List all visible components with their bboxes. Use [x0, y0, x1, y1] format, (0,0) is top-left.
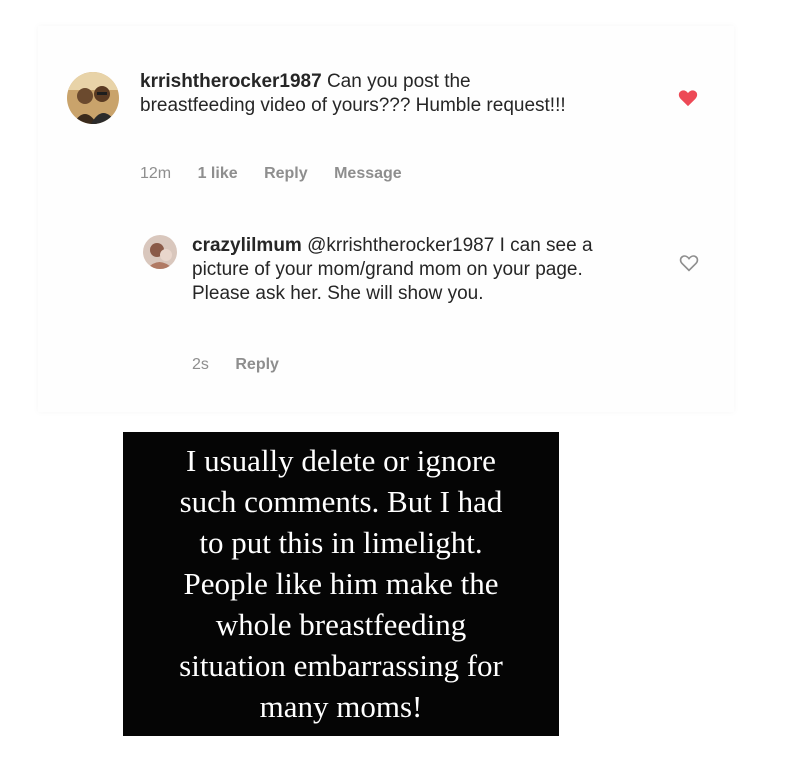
comment-meta: 12m 1 like Reply Message: [140, 165, 424, 183]
comment-username[interactable]: crazylilmum: [192, 235, 302, 256]
comment-likes[interactable]: 1 like: [198, 165, 238, 182]
comment-username[interactable]: krrishtherocker1987: [140, 71, 322, 92]
comment-text: krrishtherocker1987 Can you post the bre…: [140, 70, 580, 118]
comment-meta: 2s Reply: [192, 356, 301, 374]
heart-outline-icon[interactable]: [679, 254, 699, 277]
caption-box: I usually delete or ignore such comments…: [123, 432, 559, 736]
reply-button[interactable]: Reply: [235, 356, 279, 373]
comment-text: crazylilmum @krrishtherocker1987 I can s…: [192, 234, 640, 306]
comment-time: 2s: [192, 356, 209, 373]
caption-text: I usually delete or ignore such comments…: [179, 443, 503, 724]
message-button[interactable]: Message: [334, 165, 402, 182]
reply-button[interactable]: Reply: [264, 165, 308, 182]
avatar[interactable]: [143, 235, 177, 269]
comment-time: 12m: [140, 165, 172, 182]
heart-filled-icon[interactable]: [678, 89, 698, 112]
avatar[interactable]: [67, 72, 119, 124]
